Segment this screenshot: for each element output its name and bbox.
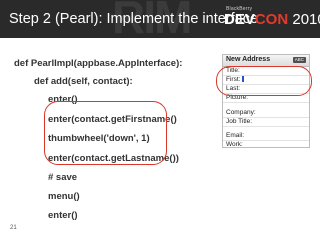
page-number: 21 — [10, 225, 17, 231]
field-label: Job Title: — [226, 118, 253, 125]
code-highlight-oval — [44, 101, 167, 165]
devcon-logo: BlackBerry DEVCON 2010 — [224, 6, 320, 28]
devcon-wordmark: DEVCON 2010 — [224, 11, 320, 28]
field-email[interactable]: Email: — [223, 132, 309, 141]
code-line: def add(self, contact): — [34, 76, 133, 87]
devcon-prefix: DEV — [224, 11, 255, 28]
input-mode-badge: ABC — [292, 57, 306, 63]
field-company[interactable]: Company: — [223, 109, 309, 118]
field-work[interactable]: Work: — [223, 141, 309, 149]
code-line: enter() — [48, 210, 78, 221]
field-job-title[interactable]: Job Title: — [223, 118, 309, 127]
field-label: Email: — [226, 132, 245, 139]
devcon-year: 2010 — [292, 11, 320, 28]
title-banner: RIM Step 2 (Pearl): Implement the interf… — [0, 0, 320, 38]
code-line: # save — [48, 172, 78, 183]
slide-title: Step 2 (Pearl): Implement the interface — [9, 11, 259, 27]
devcon-accent: CON — [254, 11, 289, 28]
field-label: Work: — [226, 141, 243, 148]
device-highlight-oval — [216, 66, 312, 96]
device-header-title: New Address — [226, 56, 271, 63]
code-line: menu() — [48, 191, 80, 202]
field-label: Company: — [226, 109, 256, 116]
code-line: def PearlImpl(appbase.AppInterface): — [14, 58, 183, 69]
